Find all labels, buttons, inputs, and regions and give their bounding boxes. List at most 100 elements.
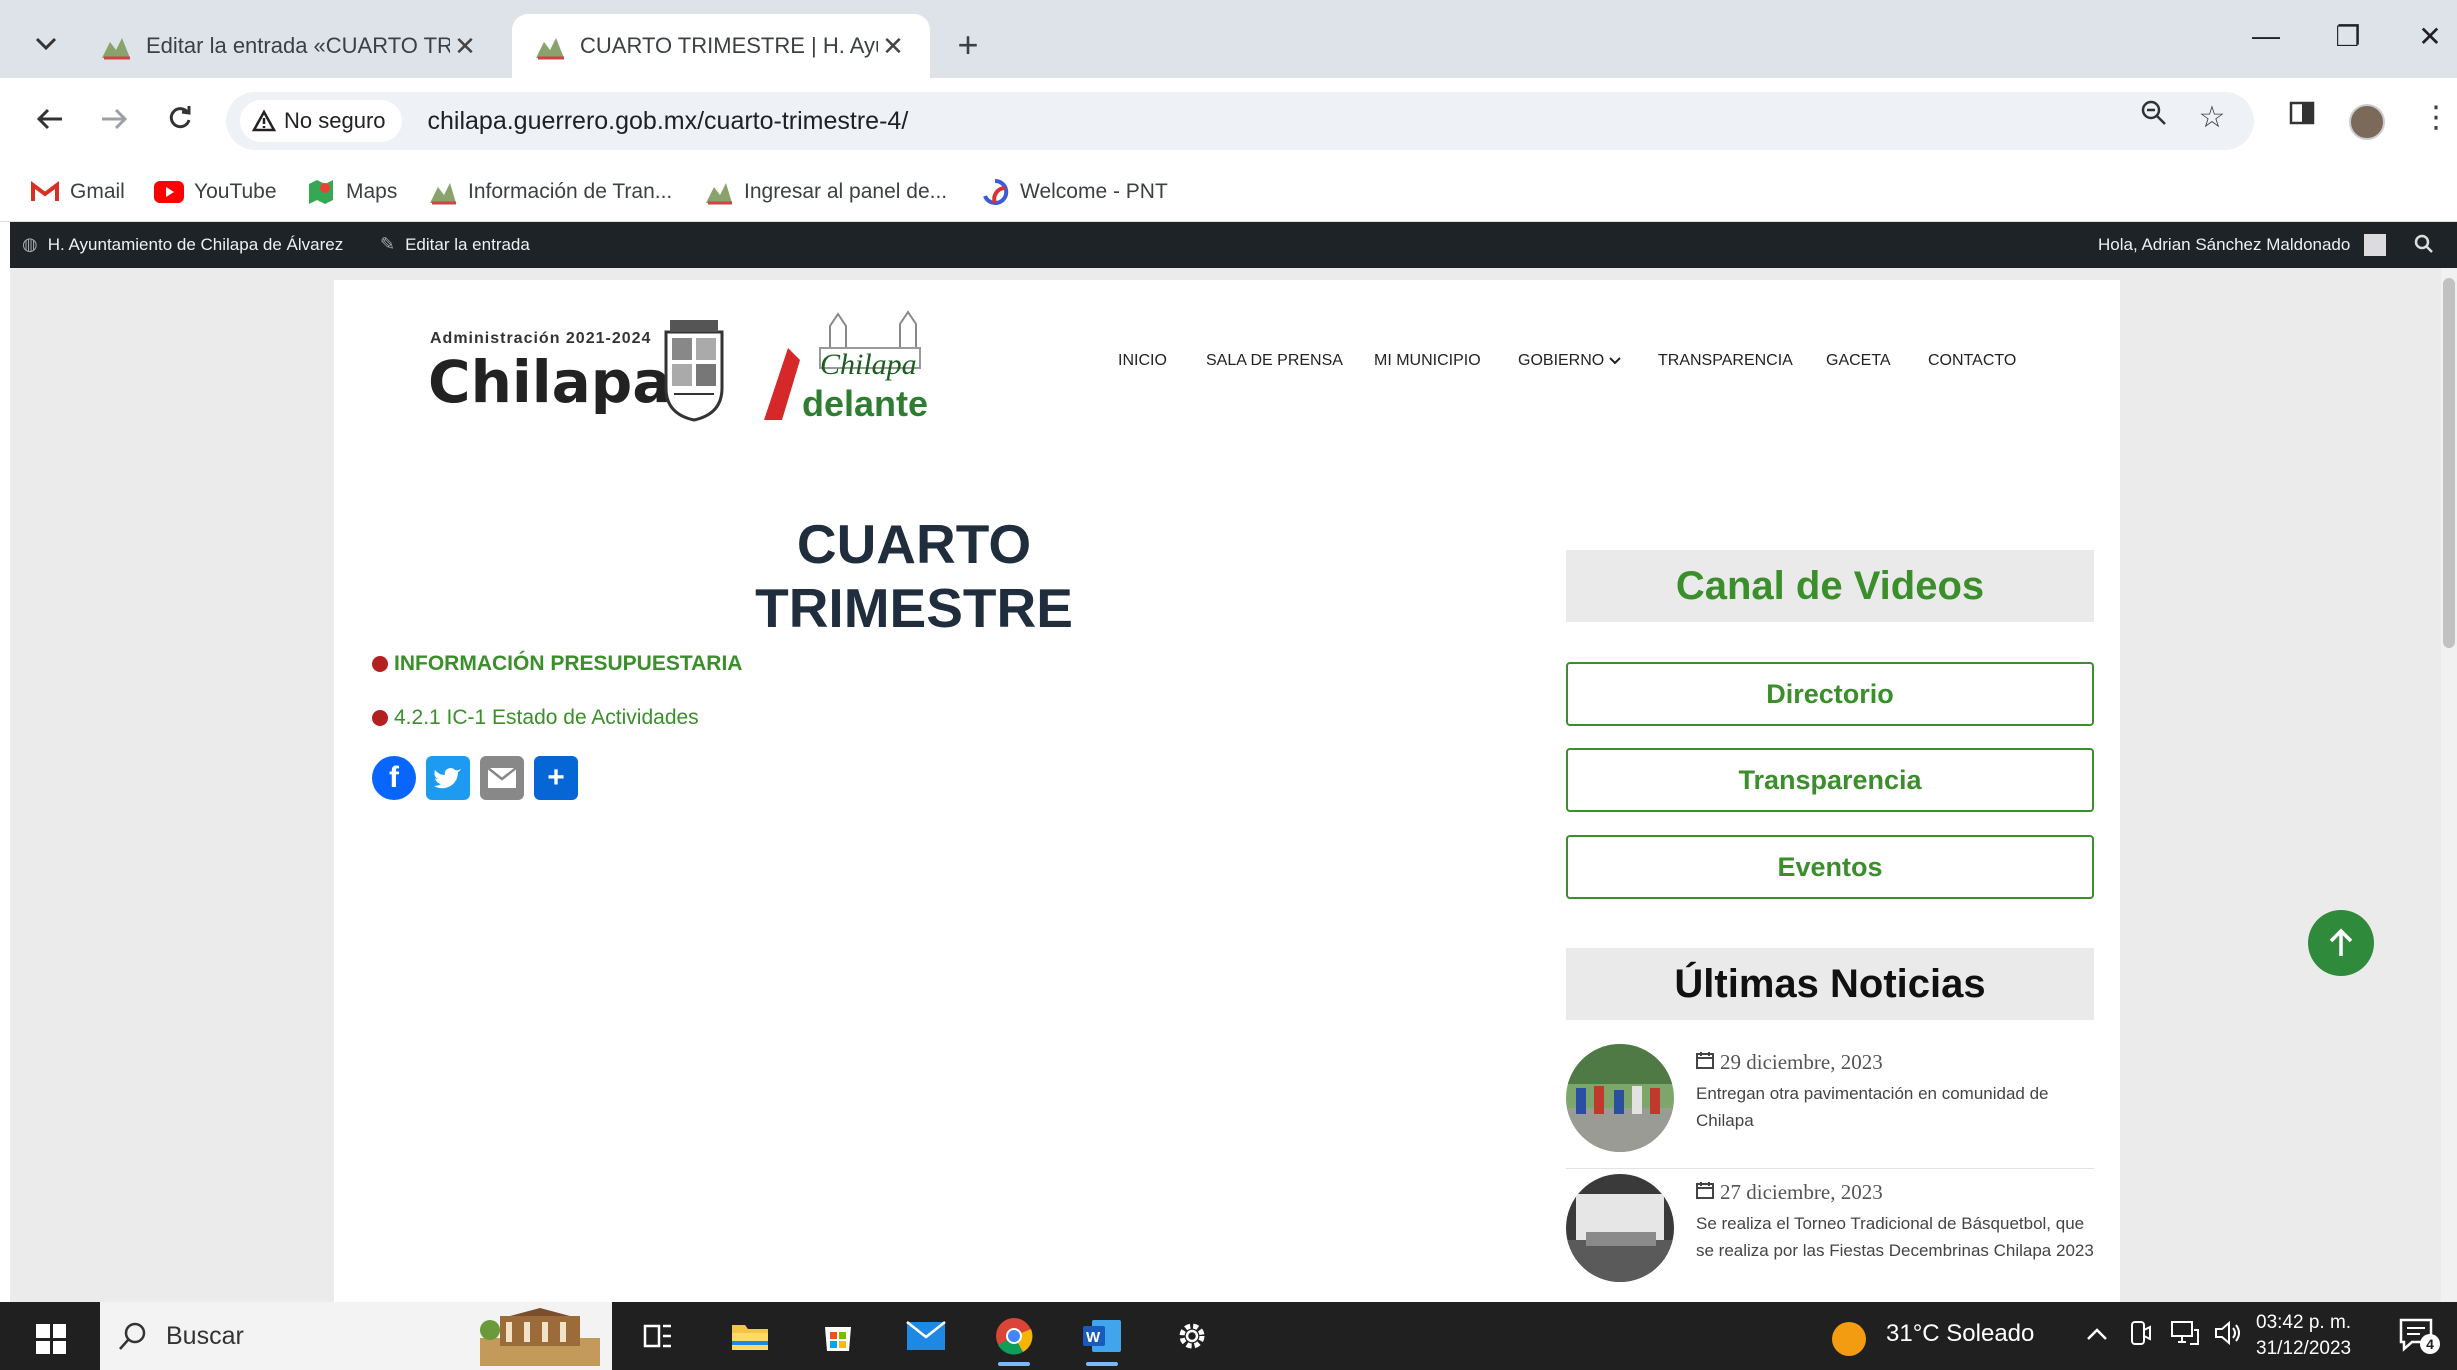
meet-now-icon[interactable] (2128, 1320, 2152, 1353)
admin-site-link[interactable]: ◍ H. Ayuntamiento de Chilapa de Álvarez (22, 234, 343, 255)
url-text[interactable]: chilapa.guerrero.gob.mx/cuarto-trimestre… (428, 107, 909, 136)
tab-close-icon[interactable]: ✕ (878, 31, 908, 62)
nav-gaceta[interactable]: GACETA (1826, 352, 1891, 370)
bookmark-gmail[interactable]: Gmail (30, 172, 125, 212)
avatar (2364, 234, 2387, 256)
new-tab-button[interactable]: + (948, 24, 988, 66)
search-highlight-art (480, 1308, 600, 1366)
forward-button[interactable] (92, 98, 136, 142)
word-icon[interactable]: W (1080, 1316, 1124, 1366)
taskbar-search-placeholder: Buscar (166, 1321, 244, 1350)
settings-gear-icon[interactable] (1170, 1316, 1214, 1356)
bookmark-label: Información de Tran... (468, 180, 673, 203)
svg-text:W: W (1086, 1329, 1101, 1346)
chilapa-adelante-logo: Chilapa delante (764, 310, 928, 424)
zoom-icon[interactable] (2134, 100, 2174, 134)
news-date: 27 diciembre, 2023 (1696, 1180, 1883, 1205)
bookmark-youtube[interactable]: YouTube (154, 172, 277, 212)
taskbar-clock[interactable]: 03:42 p. m. 31/12/2023 (2256, 1310, 2351, 1362)
nav-mi-municipio[interactable]: MI MUNICIPIO (1374, 352, 1481, 370)
nav-transparencia[interactable]: TRANSPARENCIA (1658, 352, 1793, 370)
address-bar[interactable]: No seguro chilapa.guerrero.gob.mx/cuarto… (226, 92, 2254, 150)
nav-sala-de-prensa[interactable]: SALA DE PRENSA (1206, 352, 1343, 370)
task-view-icon[interactable] (636, 1316, 680, 1356)
site-logo[interactable]: Administración 2021-2024 Chilapa Chilapa… (428, 308, 950, 438)
admin-edit-link[interactable]: ✎ Editar la entrada (380, 234, 530, 255)
admin-search-icon[interactable] (2414, 234, 2434, 254)
taskbar-search[interactable]: Buscar (100, 1302, 612, 1370)
weather-sun-icon[interactable] (1832, 1322, 1866, 1356)
tray-chevron-up-icon[interactable] (2086, 1320, 2108, 1348)
nav-contacto[interactable]: CONTACTO (1928, 352, 2016, 370)
twitter-share-icon[interactable] (426, 756, 470, 800)
chrome-icon[interactable] (992, 1316, 1036, 1366)
notification-count-badge: 4 (2420, 1334, 2440, 1354)
volume-icon[interactable] (2214, 1320, 2244, 1353)
file-explorer-icon[interactable] (728, 1316, 772, 1356)
tab-edit-entry[interactable]: Editar la entrada «CUARTO TRIMESTRE ✕ (78, 14, 502, 78)
minimize-button[interactable]: — (2246, 20, 2286, 52)
logo-slogan-2: delante (802, 383, 928, 424)
news-date-text: 27 diciembre, 2023 (1720, 1180, 1883, 1204)
bookmark-transparencia[interactable]: Información de Tran... (428, 172, 672, 212)
security-label: No seguro (284, 108, 386, 133)
add-share-icon[interactable]: + (534, 756, 578, 800)
back-button[interactable] (28, 98, 72, 142)
nav-gobierno[interactable]: GOBIERNO (1518, 352, 1621, 370)
directorio-button[interactable]: Directorio (1566, 662, 2094, 726)
news-item[interactable]: 29 diciembre, 2023 Entregan otra pavimen… (1566, 1044, 2094, 1162)
mail-icon[interactable] (904, 1316, 948, 1356)
facebook-share-icon[interactable]: f (372, 756, 416, 800)
tab-cuarto-trimestre[interactable]: CUARTO TRIMESTRE | H. Ayuntamiento ✕ (512, 14, 930, 78)
side-panel-icon[interactable] (2282, 100, 2322, 134)
bookmarks-bar: Gmail YouTube Maps Información de Tran..… (0, 162, 2457, 222)
arrow-up-icon (2329, 928, 2353, 956)
security-indicator[interactable]: No seguro (240, 100, 402, 142)
link-estado-de-actividades[interactable]: 4.2.1 IC-1 Estado de Actividades (372, 706, 699, 730)
news-thumbnail (1566, 1044, 1674, 1152)
pnt-icon (980, 178, 1010, 205)
link-label: INFORMACIÓN PRESUPUESTARIA (394, 652, 743, 675)
scrollbar-thumb[interactable] (2443, 278, 2455, 648)
admin-site-label: H. Ayuntamiento de Chilapa de Álvarez (47, 234, 344, 254)
browser-tab-strip: Editar la entrada «CUARTO TRIMESTRE ✕ CU… (0, 0, 2457, 78)
bookmark-panel[interactable]: Ingresar al panel de... (704, 172, 947, 212)
admin-greeting: Hola, Adrian Sánchez Maldonado (2098, 235, 2351, 254)
logo-slogan-1: Chilapa (820, 348, 917, 381)
warning-icon (252, 110, 276, 132)
transparencia-button[interactable]: Transparencia (1566, 748, 2094, 812)
page-scrollbar[interactable] (2441, 268, 2457, 1302)
network-icon[interactable] (2170, 1320, 2200, 1353)
news-headline[interactable]: Se realiza el Torneo Tradicional de Básq… (1696, 1210, 2096, 1264)
bookmark-maps[interactable]: Maps (306, 172, 397, 212)
reload-button[interactable] (158, 98, 202, 142)
close-window-button[interactable]: ✕ (2410, 20, 2450, 53)
maps-icon (306, 179, 336, 205)
store-icon[interactable] (816, 1316, 860, 1356)
browser-menu-icon[interactable]: ⋮ (2416, 100, 2456, 135)
eventos-button[interactable]: Eventos (1566, 835, 2094, 899)
bookmark-pnt[interactable]: Welcome - PNT (980, 172, 1168, 212)
site-icon (704, 179, 734, 205)
bullet-icon (372, 710, 388, 726)
start-button[interactable] (36, 1324, 66, 1354)
bookmark-star-icon[interactable]: ☆ (2192, 100, 2232, 135)
nav-inicio[interactable]: INICIO (1118, 352, 1167, 370)
tab-close-icon[interactable]: ✕ (450, 31, 480, 62)
email-share-icon[interactable] (480, 756, 524, 800)
news-headline[interactable]: Entregan otra pavimentación en comunidad… (1696, 1080, 2096, 1134)
tab-search-button[interactable] (22, 20, 70, 68)
profile-avatar[interactable] (2349, 104, 2385, 140)
weather-text[interactable]: 31°C Soleado (1886, 1320, 2034, 1348)
notifications-button[interactable]: 4 (2398, 1316, 2440, 1361)
admin-account-menu[interactable]: Hola, Adrian Sánchez Maldonado (2098, 234, 2387, 256)
scroll-to-top-button[interactable] (2308, 910, 2374, 976)
news-divider (1566, 1168, 2094, 1169)
news-thumbnail (1566, 1174, 1674, 1282)
link-informacion-presupuestaria[interactable]: INFORMACIÓN PRESUPUESTARIA (372, 652, 742, 676)
restore-button[interactable]: ❐ (2328, 20, 2368, 53)
canal-de-videos-heading[interactable]: Canal de Videos (1566, 550, 2094, 622)
wp-admin-bar: ◍ H. Ayuntamiento de Chilapa de Álvarez … (10, 222, 2457, 268)
news-item[interactable]: 27 diciembre, 2023 Se realiza el Torneo … (1566, 1174, 2094, 1292)
bookmark-label: Maps (346, 180, 398, 203)
